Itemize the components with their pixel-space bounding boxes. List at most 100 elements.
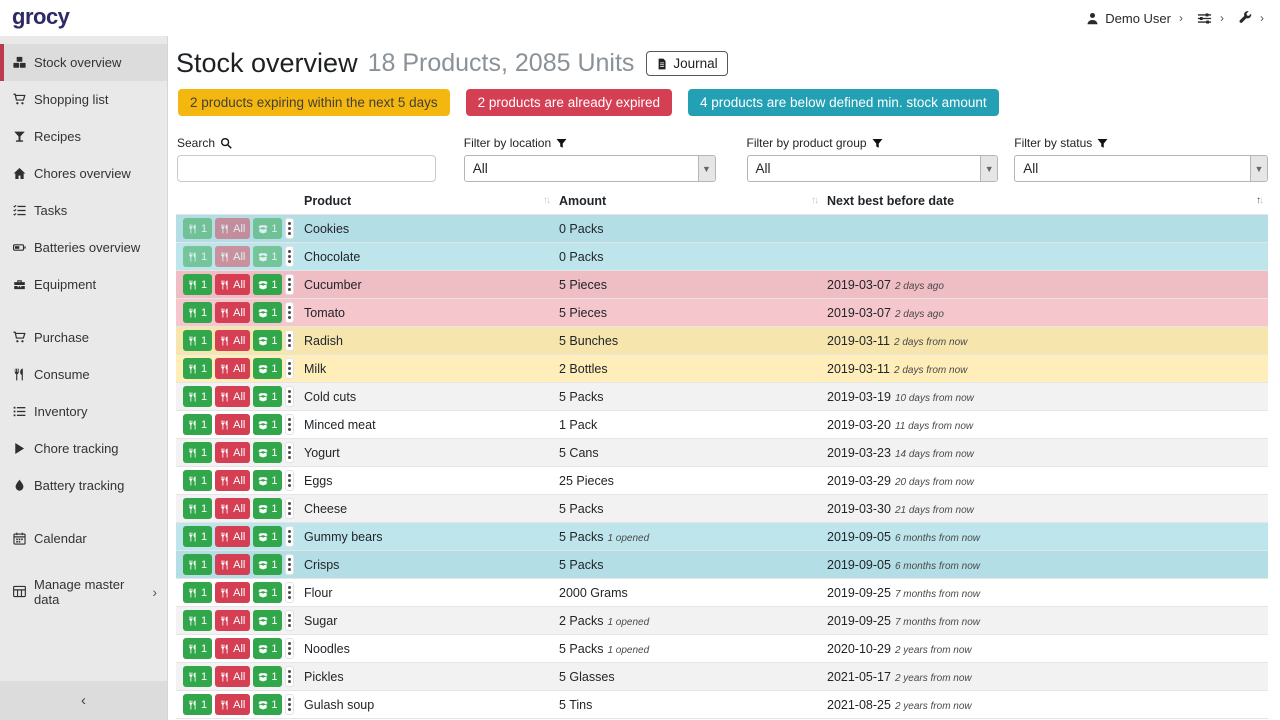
- sidebar-item-recipes[interactable]: Recipes: [0, 118, 167, 155]
- sidebar-item-stock-overview[interactable]: Stock overview: [0, 44, 167, 81]
- consume-all-button[interactable]: All: [215, 554, 250, 575]
- row-menu-button[interactable]: [285, 498, 294, 519]
- product-group-select[interactable]: All: [747, 155, 999, 182]
- consume-one-button[interactable]: 1: [183, 414, 212, 435]
- sidebar-item-manage-master-data[interactable]: Manage master data›: [0, 573, 167, 610]
- open-one-button[interactable]: 1: [253, 554, 282, 575]
- consume-one-button[interactable]: 1: [183, 470, 212, 491]
- consume-all-button[interactable]: All: [215, 470, 250, 491]
- consume-one-button[interactable]: 1: [183, 358, 212, 379]
- consume-all-button[interactable]: All: [215, 246, 250, 267]
- sidebar-item-equipment[interactable]: Equipment: [0, 266, 167, 303]
- consume-one-button[interactable]: 1: [183, 386, 212, 407]
- sidebar-item-chore-tracking[interactable]: Chore tracking: [0, 430, 167, 467]
- consume-all-button[interactable]: All: [215, 274, 250, 295]
- admin-menu[interactable]: ›: [1238, 11, 1264, 25]
- row-menu-button[interactable]: [285, 330, 294, 351]
- row-menu-button[interactable]: [285, 582, 294, 603]
- consume-all-button[interactable]: All: [215, 414, 250, 435]
- sidebar-item-battery-tracking[interactable]: Battery tracking: [0, 467, 167, 504]
- open-one-button[interactable]: 1: [253, 386, 282, 407]
- sidebar-item-batteries-overview[interactable]: Batteries overview: [0, 229, 167, 266]
- alert-badge-danger[interactable]: 2 products are already expired: [466, 89, 672, 116]
- consume-one-button[interactable]: 1: [183, 218, 212, 239]
- amount-column-header[interactable]: Amount ↑↓: [555, 190, 823, 215]
- open-one-button[interactable]: 1: [253, 498, 282, 519]
- consume-all-button[interactable]: All: [215, 218, 250, 239]
- consume-all-button[interactable]: All: [215, 666, 250, 687]
- consume-one-button[interactable]: 1: [183, 274, 212, 295]
- row-menu-button[interactable]: [285, 470, 294, 491]
- row-menu-button[interactable]: [285, 302, 294, 323]
- consume-one-button[interactable]: 1: [183, 554, 212, 575]
- row-menu-button[interactable]: [285, 274, 294, 295]
- sidebar-item-shopping-list[interactable]: Shopping list: [0, 81, 167, 118]
- row-menu-button[interactable]: [285, 694, 294, 715]
- consume-all-button[interactable]: All: [215, 330, 250, 351]
- consume-one-button[interactable]: 1: [183, 498, 212, 519]
- row-menu-button[interactable]: [285, 638, 294, 659]
- sidebar-item-tasks[interactable]: Tasks: [0, 192, 167, 229]
- consume-one-button[interactable]: 1: [183, 246, 212, 267]
- open-one-button[interactable]: 1: [253, 414, 282, 435]
- alert-badge-info[interactable]: 4 products are below defined min. stock …: [688, 89, 999, 116]
- open-one-button[interactable]: 1: [253, 470, 282, 491]
- consume-one-button[interactable]: 1: [183, 638, 212, 659]
- consume-one-button[interactable]: 1: [183, 330, 212, 351]
- sidebar-item-inventory[interactable]: Inventory: [0, 393, 167, 430]
- row-menu-button[interactable]: [285, 246, 294, 267]
- consume-one-button[interactable]: 1: [183, 694, 212, 715]
- product-column-header[interactable]: Product ↑↓: [300, 190, 555, 215]
- consume-one-button[interactable]: 1: [183, 442, 212, 463]
- row-menu-button[interactable]: [285, 218, 294, 239]
- consume-all-button[interactable]: All: [215, 498, 250, 519]
- sidebar-item-consume[interactable]: Consume: [0, 356, 167, 393]
- open-one-button[interactable]: 1: [253, 442, 282, 463]
- consume-one-button[interactable]: 1: [183, 582, 212, 603]
- settings-menu[interactable]: ›: [1197, 11, 1224, 26]
- sidebar-item-calendar[interactable]: Calendar: [0, 520, 167, 557]
- alert-badge-warning[interactable]: 2 products expiring within the next 5 da…: [178, 89, 450, 116]
- row-menu-button[interactable]: [285, 554, 294, 575]
- date-column-header[interactable]: Next best before date ↑↓: [823, 190, 1268, 215]
- row-menu-button[interactable]: [285, 666, 294, 687]
- open-one-button[interactable]: 1: [253, 694, 282, 715]
- open-one-button[interactable]: 1: [253, 638, 282, 659]
- consume-all-button[interactable]: All: [215, 694, 250, 715]
- status-select[interactable]: All: [1014, 155, 1268, 182]
- location-select[interactable]: All: [464, 155, 716, 182]
- open-one-button[interactable]: 1: [253, 358, 282, 379]
- open-one-button[interactable]: 1: [253, 330, 282, 351]
- user-menu[interactable]: Demo User ›: [1086, 11, 1183, 26]
- sidebar-collapse-button[interactable]: ‹: [0, 681, 167, 720]
- row-menu-button[interactable]: [285, 442, 294, 463]
- consume-all-button[interactable]: All: [215, 582, 250, 603]
- open-one-button[interactable]: 1: [253, 666, 282, 687]
- open-one-button[interactable]: 1: [253, 610, 282, 631]
- row-menu-button[interactable]: [285, 414, 294, 435]
- consume-all-button[interactable]: All: [215, 610, 250, 631]
- open-one-button[interactable]: 1: [253, 302, 282, 323]
- open-one-button[interactable]: 1: [253, 582, 282, 603]
- consume-one-button[interactable]: 1: [183, 610, 212, 631]
- row-menu-button[interactable]: [285, 386, 294, 407]
- consume-all-button[interactable]: All: [215, 358, 250, 379]
- open-one-button[interactable]: 1: [253, 526, 282, 547]
- search-input[interactable]: [177, 155, 436, 182]
- consume-all-button[interactable]: All: [215, 386, 250, 407]
- consume-all-button[interactable]: All: [215, 638, 250, 659]
- consume-one-button[interactable]: 1: [183, 666, 212, 687]
- sidebar-item-chores-overview[interactable]: Chores overview: [0, 155, 167, 192]
- open-one-button[interactable]: 1: [253, 246, 282, 267]
- open-one-button[interactable]: 1: [253, 274, 282, 295]
- consume-all-button[interactable]: All: [215, 302, 250, 323]
- consume-one-button[interactable]: 1: [183, 526, 212, 547]
- sidebar-item-purchase[interactable]: Purchase: [0, 319, 167, 356]
- open-one-button[interactable]: 1: [253, 218, 282, 239]
- row-menu-button[interactable]: [285, 610, 294, 631]
- row-menu-button[interactable]: [285, 526, 294, 547]
- consume-one-button[interactable]: 1: [183, 302, 212, 323]
- consume-all-button[interactable]: All: [215, 526, 250, 547]
- journal-button[interactable]: Journal: [646, 51, 727, 76]
- row-menu-button[interactable]: [285, 358, 294, 379]
